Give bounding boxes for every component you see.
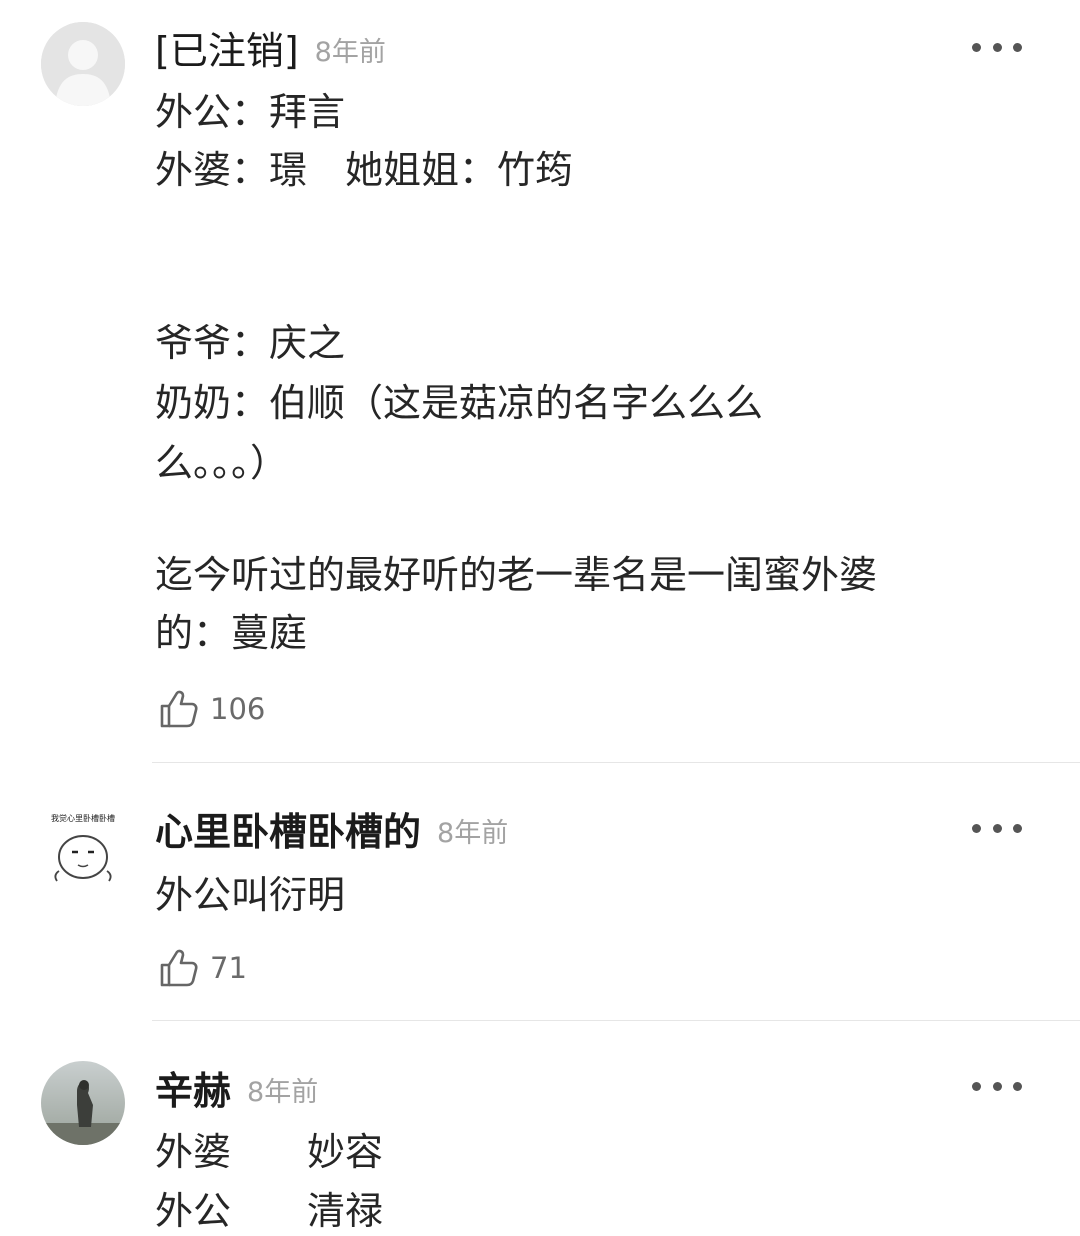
- avatar-caption: 我觉心里卧槽卧槽: [51, 813, 115, 823]
- comment-item: 我觉心里卧槽卧槽 心里卧槽卧槽的 8年前 外公叫衍明 71: [0, 763, 1080, 1021]
- default-user-icon: [41, 22, 125, 106]
- timestamp: 8年前: [437, 817, 509, 849]
- like-button[interactable]: 71: [158, 946, 247, 990]
- comment-header: 辛赫 8年前: [155, 1060, 319, 1115]
- username[interactable]: 心里卧槽卧槽的: [155, 801, 421, 856]
- username[interactable]: 辛赫: [155, 1060, 231, 1115]
- comment-header: [已注销] 8年前: [155, 20, 386, 75]
- comment-text-line: 外公：拜言: [155, 90, 346, 134]
- user-photo-icon: [41, 1061, 125, 1145]
- like-button[interactable]: 106: [158, 687, 265, 731]
- more-dots-icon[interactable]: [972, 35, 1022, 59]
- comment-header: 心里卧槽卧槽的 8年前: [155, 801, 509, 856]
- thumbs-up-icon: [160, 690, 198, 728]
- comment-text-line: 的：蔓庭: [155, 611, 308, 655]
- more-dots-icon[interactable]: [972, 816, 1022, 840]
- username[interactable]: [已注销]: [155, 20, 299, 75]
- avatar[interactable]: 我觉心里卧槽卧槽: [41, 805, 125, 889]
- like-count: 71: [210, 951, 247, 985]
- comment-text-line: 么。。。）: [155, 441, 289, 485]
- more-dots-icon[interactable]: [972, 1074, 1022, 1098]
- comment-item: 辛赫 8年前 外婆 妙容 外公 清禄: [0, 1021, 1080, 1233]
- timestamp: 8年前: [247, 1076, 319, 1108]
- comment-item: [已注销] 8年前 外公：拜言 外婆：璟 她姐姐：竹筠 爷爷：庆之 奶奶：伯顺（…: [0, 0, 1080, 762]
- timestamp: 8年前: [314, 36, 386, 68]
- comment-text-line: 爷爷：庆之: [155, 321, 346, 365]
- comment-text-line: 外婆：璟 她姐姐：竹筠: [155, 148, 574, 192]
- comment-text-line: 迄今听过的最好听的老一辈名是一闺蜜外婆: [155, 553, 878, 597]
- comment-text-line: 外婆 妙容: [155, 1130, 384, 1174]
- meme-face-icon: 我觉心里卧槽卧槽: [41, 805, 125, 889]
- avatar[interactable]: [41, 1061, 125, 1145]
- avatar[interactable]: [41, 22, 125, 106]
- like-count: 106: [210, 692, 266, 726]
- comment-text-line: 外公叫衍明: [155, 873, 346, 917]
- comment-text-line: 奶奶：伯顺（这是菇凉的名字么么么: [155, 381, 764, 425]
- thumbs-up-icon: [160, 949, 198, 987]
- comment-text-line: 外公 清禄: [155, 1189, 384, 1233]
